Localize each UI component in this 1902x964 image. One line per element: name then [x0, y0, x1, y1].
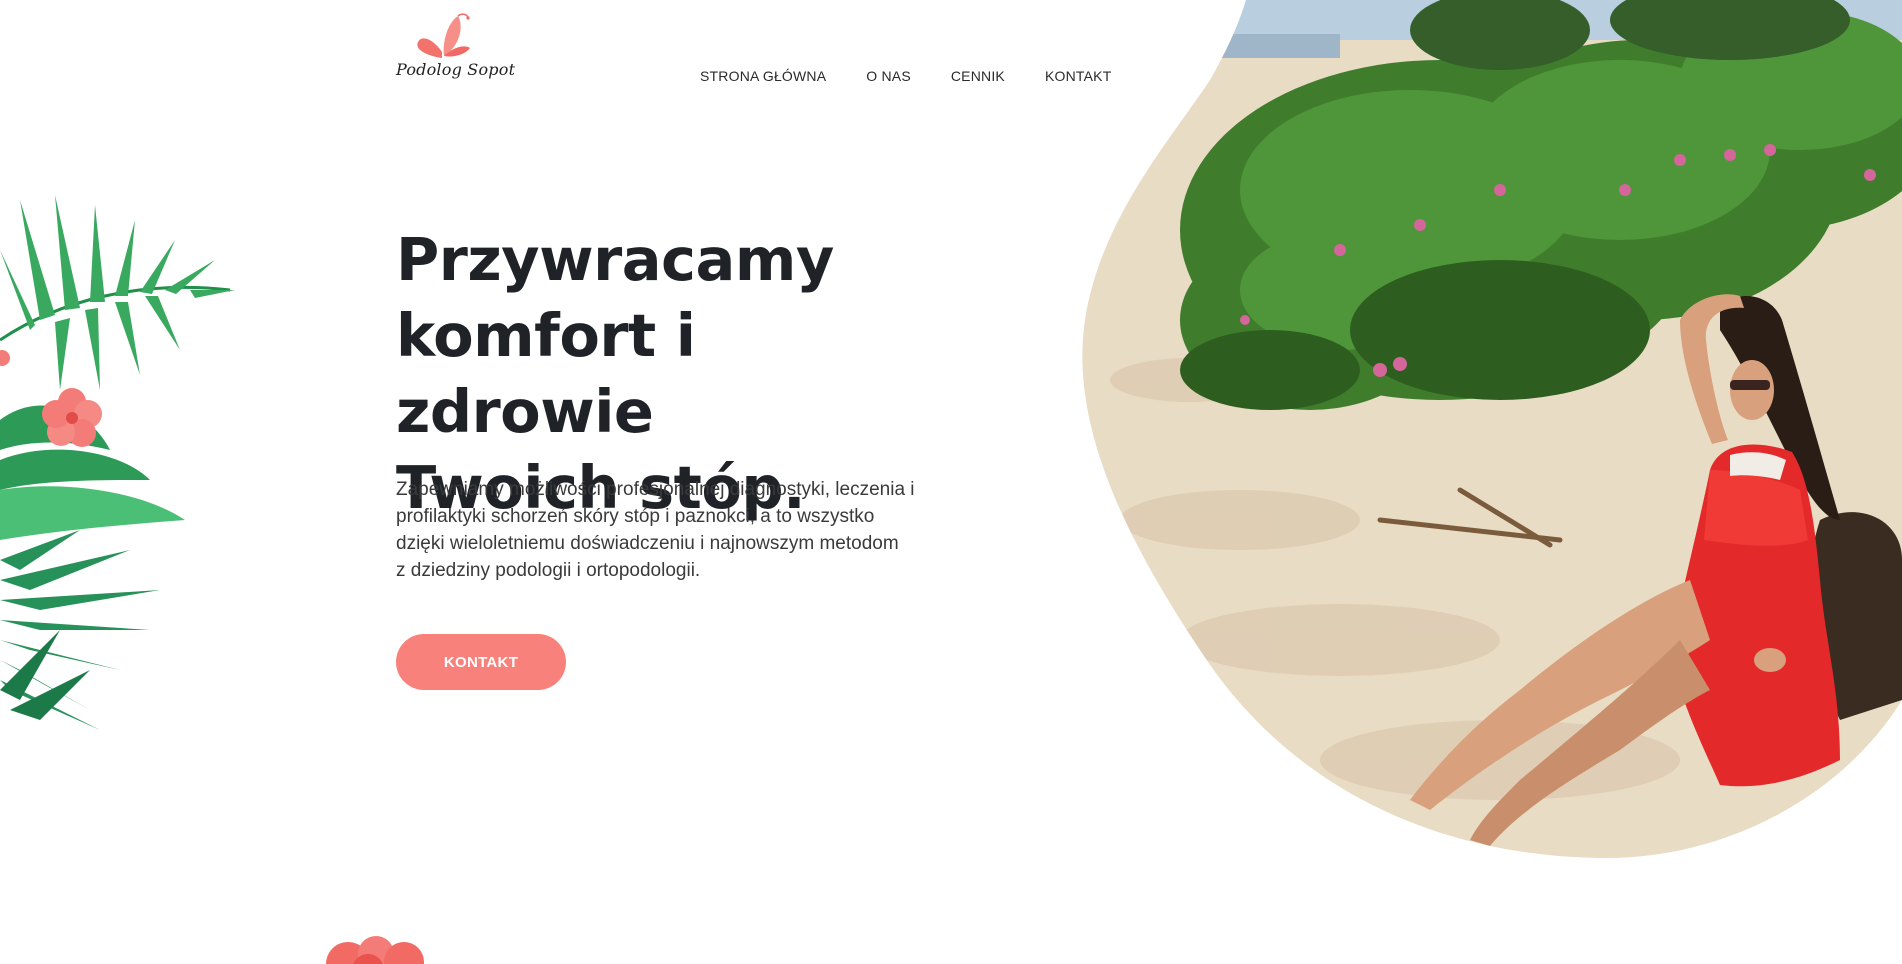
hero-photo: [1082, 0, 1902, 859]
nav-item-pricing[interactable]: CENNIK: [951, 68, 1005, 84]
butterfly-icon: [417, 13, 470, 58]
hero-description-line: dzięki wieloletniemu doświadczeniu i naj…: [396, 533, 899, 554]
hero-description-line: z dziedziny podologii i ortopodologii.: [396, 560, 701, 581]
hibiscus-decoration: [326, 936, 424, 964]
hero-title-line: Przywracamy: [396, 225, 834, 294]
hero-description: Zapewniamy możliwości profesjonalnej dia…: [396, 476, 956, 584]
nav-item-about[interactable]: O NAS: [866, 68, 911, 84]
contact-button[interactable]: KONTAKT: [396, 634, 566, 690]
hero-title-line: komfort i zdrowie: [396, 301, 696, 446]
nav-item-home[interactable]: STRONA GŁÓWNA: [700, 68, 826, 84]
logo[interactable]: Podolog Sopot: [396, 10, 515, 84]
hero-description-line: Zapewniamy możliwości profesjonalnej dia…: [396, 479, 915, 500]
hero-description-line: profilaktyki schorzeń skóry stóp i pazno…: [396, 506, 875, 527]
logo-text: Podolog Sopot: [396, 60, 516, 79]
palm-leaves-decoration: [0, 195, 235, 730]
